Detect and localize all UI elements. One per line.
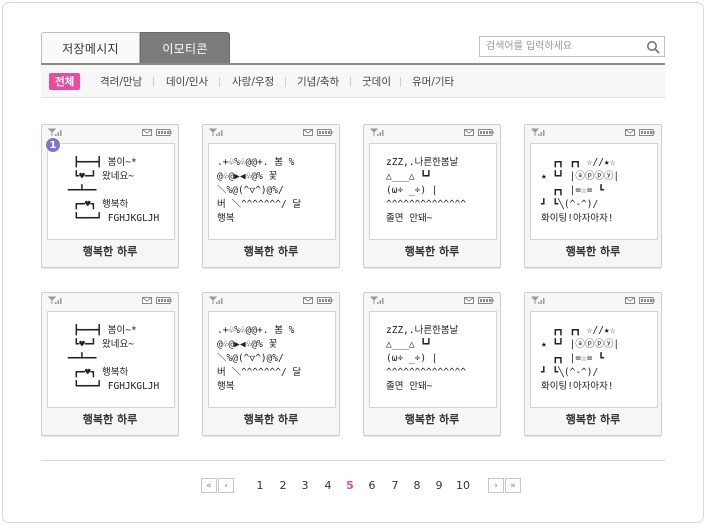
search-icon[interactable] <box>646 40 660 54</box>
emoticon-card[interactable]: zZZ,.나른한봄날 △___△ ┗┛ (ω÷ _÷) | ^^^^^^^^^^… <box>363 124 501 268</box>
emoticon-card[interactable]: .+♧%♧@@+. 봄 % @♧@▶◀♧@% 꽃 ＼%@(^▽^)@%/ 버 ＼… <box>202 292 340 436</box>
category-goodday[interactable]: 굿데이 <box>362 73 391 90</box>
emoticon-text: ┣━━━┫ 봄이~* ┗♥━┛ 왔네요~ ━━┻━━ ┏━♥┓ 행복하 ┗━━━… <box>67 325 160 392</box>
signal-icon <box>531 128 545 136</box>
card-title: 행복한 하루 <box>565 245 621 258</box>
number-badge: 1 <box>45 137 61 153</box>
phone-status-bar <box>209 128 333 138</box>
category-divider <box>219 77 220 87</box>
emoticon-card[interactable]: ┏┓ ┏┓ ☆//★☆ ★ ┗┛ |ⓐⓟⓟⓨ| ┏┓ |=☆= ┗ ┛ ┗╲(^… <box>524 124 662 268</box>
emoticon-screen: ┏┓ ┏┓ ☆//★☆ ★ ┗┛ |ⓐⓟⓟⓨ| ┏┓ |=☆= ┗ ┛ ┗╲(^… <box>530 143 658 240</box>
signal-icon <box>48 128 62 136</box>
mail-icon <box>303 129 313 136</box>
card-title: 행복한 하루 <box>82 245 138 258</box>
signal-icon <box>531 296 545 304</box>
card-title: 행복한 하루 <box>404 413 460 426</box>
page-link[interactable]: 1 <box>252 478 268 493</box>
page-link[interactable]: 10 <box>454 478 472 493</box>
next-page-button[interactable]: › <box>488 478 504 493</box>
current-page[interactable]: 5 <box>342 478 358 493</box>
phone-status-bar <box>48 128 172 138</box>
battery-icon <box>317 297 333 304</box>
category-anniversary[interactable]: 기념/축하 <box>297 73 339 90</box>
battery-icon <box>639 297 655 304</box>
tab-emoticon[interactable]: 이모티콘 <box>140 32 230 63</box>
card-title: 행복한 하루 <box>243 245 299 258</box>
prev-page-button[interactable]: ‹ <box>218 478 234 493</box>
battery-icon <box>156 297 172 304</box>
signal-icon <box>48 296 62 304</box>
emoticon-text: zZZ,.나른한봄날 △___△ ┗┛ (ω÷ _÷) | ^^^^^^^^^^… <box>386 157 467 224</box>
signal-icon <box>209 296 223 304</box>
emoticon-card[interactable]: ┣━━━┫ 봄이~* ┗♥━┛ 왔네요~ ━━┻━━ ┏━♥┓ 행복하 ┗━━━… <box>41 292 179 436</box>
emoticon-screen: ┣━━━┫ 봄이~* ┗♥━┛ 왔네요~ ━━┻━━ ┏━♥┓ 행복하 ┗━━━… <box>47 143 175 240</box>
signal-icon <box>370 296 384 304</box>
mail-icon <box>625 129 635 136</box>
battery-icon <box>639 129 655 136</box>
emoticon-screen: zZZ,.나른한봄날 △___△ ┗┛ (ω÷ _÷) | ^^^^^^^^^^… <box>369 143 497 240</box>
mail-icon <box>464 297 474 304</box>
card-title: 행복한 하루 <box>404 245 460 258</box>
emoticon-text: .+♧%♧@@+. 봄 % @♧@▶◀♧@% 꽃 ＼%@(^▽^)@%/ 버 ＼… <box>217 157 302 224</box>
page-link[interactable]: 9 <box>431 478 447 493</box>
emoticon-text: ┏┓ ┏┓ ☆//★☆ ★ ┗┛ |ⓐⓟⓟⓨ| ┏┓ |=☆= ┗ ┛ ┗╲(^… <box>541 157 620 224</box>
emoticon-card[interactable]: ┣━━━┫ 봄이~* ┗♥━┛ 왔네요~ ━━┻━━ ┏━♥┓ 행복하 ┗━━━… <box>41 124 179 268</box>
category-all[interactable]: 전체 <box>49 73 81 90</box>
battery-icon <box>317 129 333 136</box>
phone-status-bar <box>370 128 494 138</box>
battery-icon <box>478 297 494 304</box>
page-link[interactable]: 4 <box>320 478 336 493</box>
emoticon-card[interactable]: zZZ,.나른한봄날 △___△ ┗┛ (ω÷ _÷) | ^^^^^^^^^^… <box>363 292 501 436</box>
mail-icon <box>625 297 635 304</box>
card-title: 행복한 하루 <box>243 413 299 426</box>
category-bar: 전체 격려/만남 데이/인사 사랑/우정 기념/축하 굿데이 유머/기타 <box>41 65 665 98</box>
card-title: 행복한 하루 <box>565 413 621 426</box>
emoticon-screen: ┏┓ ┏┓ ☆//★☆ ★ ┗┛ |ⓐⓟⓟⓨ| ┏┓ |=☆= ┗ ┛ ┗╲(^… <box>530 311 658 408</box>
mail-icon <box>303 297 313 304</box>
category-divider <box>153 77 154 87</box>
emoticon-card[interactable]: .+♧%♧@@+. 봄 % @♧@▶◀♧@% 꽃 ＼%@(^▽^)@%/ 버 ＼… <box>202 124 340 268</box>
first-page-button[interactable]: « <box>201 478 217 493</box>
category-divider <box>400 77 401 87</box>
page-link[interactable]: 2 <box>275 478 291 493</box>
emoticon-screen: zZZ,.나른한봄날 △___△ ┗┛ (ω÷ _÷) | ^^^^^^^^^^… <box>369 311 497 408</box>
phone-status-bar <box>531 128 655 138</box>
page-link[interactable]: 6 <box>364 478 380 493</box>
emoticon-screen: ┣━━━┫ 봄이~* ┗♥━┛ 왔네요~ ━━┻━━ ┏━♥┓ 행복하 ┗━━━… <box>47 311 175 408</box>
phone-status-bar <box>48 296 172 306</box>
phone-status-bar <box>531 296 655 306</box>
battery-icon <box>478 129 494 136</box>
category-divider <box>350 77 351 87</box>
page-link[interactable]: 7 <box>387 478 403 493</box>
phone-status-bar <box>209 296 333 306</box>
page-link[interactable]: 3 <box>297 478 313 493</box>
category-divider <box>285 77 286 87</box>
signal-icon <box>209 128 223 136</box>
emoticon-text: ┏┓ ┏┓ ☆//★☆ ★ ┗┛ |ⓐⓟⓟⓨ| ┏┓ |=☆= ┗ ┛ ┗╲(^… <box>541 325 620 392</box>
bottom-divider <box>41 460 665 461</box>
emoticon-text: .+♧%♧@@+. 봄 % @♧@▶◀♧@% 꽃 ＼%@(^▽^)@%/ 버 ＼… <box>217 325 302 392</box>
emoticon-screen: .+♧%♧@@+. 봄 % @♧@▶◀♧@% 꽃 ＼%@(^▽^)@%/ 버 ＼… <box>208 143 336 240</box>
category-love-friendship[interactable]: 사랑/우정 <box>232 73 274 90</box>
search-input[interactable] <box>480 37 640 56</box>
tab-saved-messages[interactable]: 저장메시지 <box>41 32 140 63</box>
mail-icon <box>464 129 474 136</box>
last-page-button[interactable]: » <box>505 478 521 493</box>
mail-icon <box>142 297 152 304</box>
emoticon-text: zZZ,.나른한봄날 △___△ ┗┛ (ω÷ _÷) | ^^^^^^^^^^… <box>386 325 467 392</box>
signal-icon <box>370 128 384 136</box>
emoticon-text: ┣━━━┫ 봄이~* ┗♥━┛ 왔네요~ ━━┻━━ ┏━♥┓ 행복하 ┗━━━… <box>67 157 160 224</box>
battery-icon <box>156 129 172 136</box>
emoticon-card[interactable]: ┏┓ ┏┓ ☆//★☆ ★ ┗┛ |ⓐⓟⓟⓨ| ┏┓ |=☆= ┗ ┛ ┗╲(^… <box>524 292 662 436</box>
page-link[interactable]: 8 <box>409 478 425 493</box>
phone-status-bar <box>370 296 494 306</box>
emoticon-screen: .+♧%♧@@+. 봄 % @♧@▶◀♧@% 꽃 ＼%@(^▽^)@%/ 버 ＼… <box>208 311 336 408</box>
category-day-greeting[interactable]: 데이/인사 <box>166 73 208 90</box>
category-humor-etc[interactable]: 유머/기타 <box>412 73 454 90</box>
mail-icon <box>142 129 152 136</box>
search-box <box>479 36 665 57</box>
card-title: 행복한 하루 <box>82 413 138 426</box>
category-encourage-meet[interactable]: 격려/만남 <box>100 73 142 90</box>
